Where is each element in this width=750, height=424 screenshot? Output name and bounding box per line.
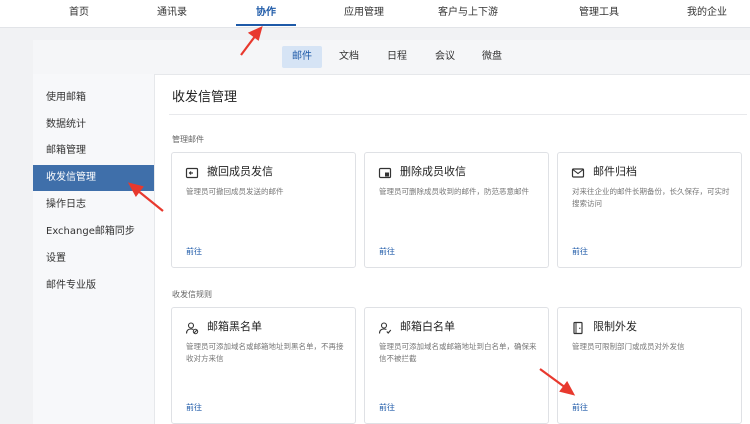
active-tab-underline bbox=[236, 24, 296, 26]
delete-mail-icon bbox=[378, 165, 392, 179]
nav-collaboration[interactable]: 协作 bbox=[256, 0, 276, 27]
card-mail-archive[interactable]: 邮件归档 对来往企业的邮件长期备份，长久保存，可实时搜索访问 前往 bbox=[557, 152, 742, 268]
nav-customers-partners[interactable]: 客户与上下游 bbox=[438, 0, 498, 27]
content-area: 收发信管理 管理邮件 撤回成员发信 管理员可撤回成员发送的邮件 前往 删除成员收… bbox=[155, 74, 750, 424]
sidebar-item-mailbox-management[interactable]: 邮箱管理 bbox=[33, 138, 154, 164]
card-title: 邮箱白名单 bbox=[400, 320, 455, 333]
tab-mail[interactable]: 邮件 bbox=[282, 46, 322, 68]
tab-calendar[interactable]: 日程 bbox=[381, 46, 413, 68]
tab-meeting[interactable]: 会议 bbox=[429, 46, 461, 68]
card-title: 撤回成员发信 bbox=[207, 165, 273, 178]
tab-docs[interactable]: 文档 bbox=[333, 46, 365, 68]
section-label-manage-mail: 管理邮件 bbox=[172, 135, 204, 144]
go-link[interactable]: 前往 bbox=[379, 402, 395, 413]
card-title: 邮箱黑名单 bbox=[207, 320, 262, 333]
go-link[interactable]: 前往 bbox=[572, 246, 588, 257]
go-link[interactable]: 前往 bbox=[572, 402, 588, 413]
recall-mail-icon bbox=[185, 165, 199, 179]
card-description: 对来往企业的邮件长期备份，长久保存，可实时搜索访问 bbox=[572, 187, 730, 208]
sidebar-item-statistics[interactable]: 数据统计 bbox=[33, 112, 154, 138]
sub-tab-bar: 邮件 文档 日程 会议 微盘 bbox=[33, 40, 750, 75]
card-description: 管理员可限制部门或成员对外发信 bbox=[572, 342, 685, 351]
card-blacklist[interactable]: 邮箱黑名单 管理员可添加域名或邮箱地址到黑名单，不再接收对方来信 前往 bbox=[171, 307, 356, 424]
blacklist-user-icon bbox=[185, 320, 199, 335]
sidebar-item-operation-log[interactable]: 操作日志 bbox=[33, 192, 154, 218]
main-panel: 邮件 文档 日程 会议 微盘 使用邮箱 数据统计 邮箱管理 收发信管理 操作日志… bbox=[33, 40, 750, 424]
card-description: 管理员可添加域名或邮箱地址到白名单，确保来信不被拦截 bbox=[379, 342, 537, 363]
card-recall-mail[interactable]: 撤回成员发信 管理员可撤回成员发送的邮件 前往 bbox=[171, 152, 356, 268]
sidebar-item-use-mailbox[interactable]: 使用邮箱 bbox=[33, 85, 154, 111]
card-title: 邮件归档 bbox=[593, 165, 637, 178]
section-label-rules: 收发信规则 bbox=[172, 290, 212, 299]
go-link[interactable]: 前往 bbox=[379, 246, 395, 257]
nav-management-tools[interactable]: 管理工具 bbox=[579, 0, 619, 27]
restrict-send-icon bbox=[571, 320, 585, 335]
sidebar-item-settings[interactable]: 设置 bbox=[33, 246, 154, 272]
sidebar-item-send-receive-management[interactable]: 收发信管理 bbox=[33, 165, 154, 191]
whitelist-user-icon bbox=[378, 320, 392, 334]
card-whitelist[interactable]: 邮箱白名单 管理员可添加域名或邮箱地址到白名单，确保来信不被拦截 前往 bbox=[364, 307, 549, 424]
card-description: 管理员可撤回成员发送的邮件 bbox=[186, 187, 284, 196]
nav-app-management[interactable]: 应用管理 bbox=[344, 0, 384, 27]
sidebar: 使用邮箱 数据统计 邮箱管理 收发信管理 操作日志 Exchange邮箱同步 设… bbox=[33, 74, 155, 424]
mail-archive-icon bbox=[571, 165, 585, 179]
nav-home[interactable]: 首页 bbox=[69, 0, 89, 27]
nav-contacts[interactable]: 通讯录 bbox=[157, 0, 187, 27]
sidebar-item-exchange-sync[interactable]: Exchange邮箱同步 bbox=[33, 219, 154, 245]
go-link[interactable]: 前往 bbox=[186, 246, 202, 257]
card-delete-mail[interactable]: 删除成员收信 管理员可删除成员收到的邮件，防范恶意邮件 前往 bbox=[364, 152, 549, 268]
go-link[interactable]: 前往 bbox=[186, 402, 202, 413]
card-restrict-send[interactable]: 限制外发 管理员可限制部门或成员对外发信 前往 bbox=[557, 307, 742, 424]
card-title: 删除成员收信 bbox=[400, 165, 466, 178]
tab-drive[interactable]: 微盘 bbox=[476, 46, 508, 68]
card-description: 管理员可添加域名或邮箱地址到黑名单，不再接收对方来信 bbox=[186, 342, 344, 363]
nav-my-enterprise[interactable]: 我的企业 bbox=[687, 0, 727, 27]
page-title: 收发信管理 bbox=[172, 90, 238, 105]
sidebar-item-mail-pro[interactable]: 邮件专业版 bbox=[33, 273, 154, 299]
card-description: 管理员可删除成员收到的邮件，防范恶意邮件 bbox=[379, 187, 529, 196]
top-navigation: 首页 通讯录 协作 应用管理 客户与上下游 管理工具 我的企业 bbox=[0, 0, 750, 28]
divider bbox=[169, 114, 747, 115]
card-title: 限制外发 bbox=[593, 320, 637, 333]
